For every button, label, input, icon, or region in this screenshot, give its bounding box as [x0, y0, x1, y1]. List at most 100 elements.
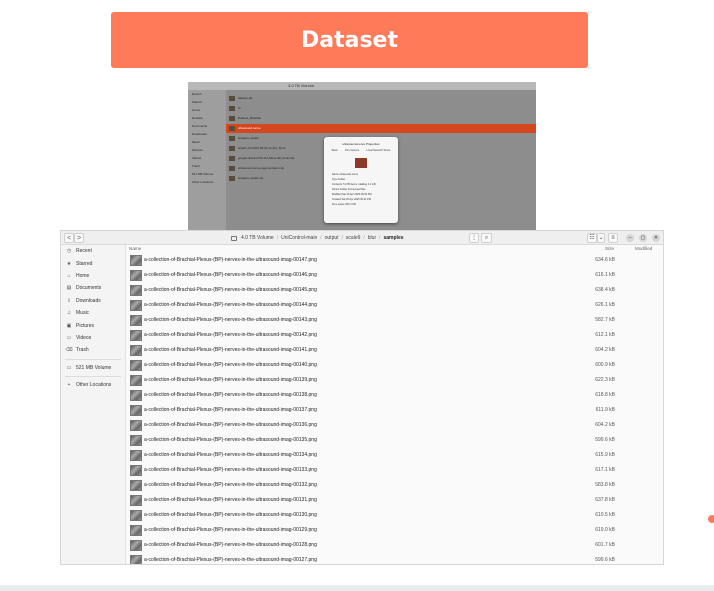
table-row[interactable]: a-collection-of-Brachial-Plexus-(BP)-ner… [127, 553, 663, 564]
crumb-unicontrol[interactable]: UniControl-main [279, 235, 319, 241]
crumb-volume[interactable]: 4.0 TB Volume [239, 235, 276, 241]
preview-screenshot: 4.0 TB Volume Recent Starred Home Desktop Do… [188, 82, 536, 232]
sidebar-item-other-locations[interactable]: + Other Locations [61, 379, 125, 391]
music-icon: ♫ [67, 310, 71, 317]
sidebar-item-trash[interactable]: ⌫ Trash [61, 344, 125, 356]
file-name: a-collection-of-Brachial-Plexus-(BP)-ner… [144, 467, 317, 473]
preview-row: dataset-div [226, 94, 536, 103]
image-thumbnail [130, 330, 142, 341]
table-row[interactable]: a-collection-of-Brachial-Plexus-(BP)-ner… [127, 433, 663, 448]
table-row[interactable]: a-collection-of-Brachial-Plexus-(BP)-ner… [127, 478, 663, 493]
close-button[interactable]: ✕ [652, 234, 660, 242]
image-thumbnail [130, 285, 142, 296]
preview-dialog-tabs: Basic Permissions Local Network Share [324, 149, 398, 152]
sidebar-item-label: Documents [76, 285, 102, 292]
column-modified[interactable]: Modified [635, 246, 652, 251]
file-name: a-collection-of-Brachial-Plexus-(BP)-ner… [144, 287, 317, 293]
sidebar-item-label: 521 MB Volume [76, 364, 112, 371]
image-thumbnail [130, 495, 142, 506]
preview-dialog-tab: Permissions [345, 149, 360, 152]
table-row[interactable]: a-collection-of-Brachial-Plexus-(BP)-ner… [127, 358, 663, 373]
image-thumbnail [130, 525, 142, 536]
table-row[interactable]: a-collection-of-Brachial-Plexus-(BP)-ner… [127, 538, 663, 553]
table-row[interactable]: a-collection-of-Brachial-Plexus-(BP)-ner… [127, 313, 663, 328]
sidebar-item-music[interactable]: ♫ Music [61, 307, 125, 319]
table-row[interactable]: a-collection-of-Brachial-Plexus-(BP)-ner… [127, 508, 663, 523]
file-name: a-collection-of-Brachial-Plexus-(BP)-ner… [144, 362, 317, 368]
file-size: 637.8 kB [595, 497, 615, 503]
table-row[interactable]: a-collection-of-Brachial-Plexus-(BP)-ner… [127, 418, 663, 433]
page-bottom-bar [0, 585, 714, 591]
sidebar-item-downloads[interactable]: ⇩ Downloads [61, 295, 125, 307]
table-row[interactable]: a-collection-of-Brachial-Plexus-(BP)-ner… [127, 493, 663, 508]
file-name: a-collection-of-Brachial-Plexus-(BP)-ner… [144, 527, 317, 533]
file-size: 616.1 kB [595, 272, 615, 278]
sidebar-item-label: Downloads [76, 297, 101, 304]
table-row[interactable]: a-collection-of-Brachial-Plexus-(BP)-ner… [127, 343, 663, 358]
sidebar-item-label: Pictures [76, 322, 95, 329]
documents-icon: ▤ [66, 285, 72, 292]
table-row[interactable]: a-collection-of-Brachial-Plexus-(BP)-ner… [127, 463, 663, 478]
column-name[interactable]: Name [129, 246, 141, 251]
column-size[interactable]: Size [605, 246, 614, 251]
preview-row: ultrasound-nerve [226, 124, 536, 133]
view-grid-icon[interactable]: ☷ [587, 233, 597, 243]
file-size: 599.6 kB [595, 437, 615, 443]
file-size: 600.9 kB [595, 362, 615, 368]
crumb-blur[interactable]: blur [366, 235, 378, 241]
table-row[interactable]: a-collection-of-Brachial-Plexus-(BP)-ner… [127, 283, 663, 298]
sidebar-item-pictures[interactable]: ▣ Pictures [61, 319, 125, 331]
menu-icon[interactable]: ≡ [608, 233, 618, 243]
crumb-samples[interactable]: samples [382, 235, 406, 241]
table-row[interactable]: a-collection-of-Brachial-Plexus-(BP)-ner… [127, 523, 663, 538]
drive-icon [231, 235, 237, 241]
file-size: 611.9 kB [595, 407, 615, 413]
image-thumbnail [130, 435, 142, 446]
file-size: 601.7 kB [595, 542, 615, 548]
file-size: 634.6 kB [595, 257, 615, 263]
maximize-button[interactable]: ▢ [639, 234, 647, 242]
sidebar-item-documents[interactable]: ▤ Documents [61, 282, 125, 294]
image-thumbnail [130, 510, 142, 521]
table-row[interactable]: a-collection-of-Brachial-Plexus-(BP)-ner… [127, 373, 663, 388]
file-size: 618.8 kB [595, 392, 615, 398]
folder-icon [355, 158, 367, 168]
table-row[interactable]: a-collection-of-Brachial-Plexus-(BP)-ner… [127, 388, 663, 403]
table-row[interactable]: a-collection-of-Brachial-Plexus-(BP)-ner… [127, 268, 663, 283]
sidebar-item-videos[interactable]: ▭ Videos [61, 332, 125, 344]
table-row[interactable]: a-collection-of-Brachial-Plexus-(BP)-ner… [127, 403, 663, 418]
videos-icon: ▭ [66, 334, 72, 341]
file-size: 617.1 kB [595, 467, 615, 473]
breadcrumb: 4.0 TB Volume / UniControl-main / output / … [231, 232, 493, 244]
sidebar-item-home[interactable]: ⌂ Home [61, 270, 125, 282]
crumb-output[interactable]: output [323, 235, 341, 241]
table-row[interactable]: a-collection-of-Brachial-Plexus-(BP)-ner… [127, 253, 663, 268]
file-size: 583.8 kB [595, 482, 615, 488]
downloads-icon: ⇩ [66, 297, 72, 304]
sidebar-item-recent[interactable]: ◷ Recent [61, 245, 125, 257]
image-thumbnail [130, 345, 142, 356]
starred-icon: ★ [66, 260, 72, 267]
sidebar-item-volume[interactable]: ▭ 521 MB Volume [61, 362, 125, 374]
minimize-button[interactable]: – [626, 234, 634, 242]
view-options-icon[interactable]: ⌄ [597, 233, 605, 243]
sidebar-item-label: Home [76, 272, 90, 279]
path-menu-button[interactable]: ⋮ [469, 233, 479, 243]
file-size: 619.0 kB [595, 527, 615, 533]
search-icon[interactable]: ⌕ [481, 233, 492, 243]
table-row[interactable]: a-collection-of-Brachial-Plexus-(BP)-ner… [127, 298, 663, 313]
sidebar-item-label: Starred [76, 260, 93, 267]
preview-sidebar-item: Recent [192, 92, 202, 96]
preview-sidebar-item: Starred [192, 100, 202, 104]
table-row[interactable]: a-collection-of-Brachial-Plexus-(BP)-ner… [127, 328, 663, 343]
pictures-icon: ▣ [66, 322, 72, 329]
forward-button[interactable]: > [74, 233, 84, 243]
file-size: 582.7 kB [595, 317, 615, 323]
header-bar: < > 4.0 TB Volume / UniControl-main / outp… [61, 231, 663, 245]
sidebar-item-starred[interactable]: ★ Starred [61, 257, 125, 269]
back-button[interactable]: < [64, 233, 74, 243]
file-name: a-collection-of-Brachial-Plexus-(BP)-ner… [144, 437, 317, 443]
table-row[interactable]: a-collection-of-Brachial-Plexus-(BP)-ner… [127, 448, 663, 463]
preview-dialog-line: Free space 363.3 GB [332, 203, 356, 206]
crumb-scale9[interactable]: scale9 [344, 235, 362, 241]
